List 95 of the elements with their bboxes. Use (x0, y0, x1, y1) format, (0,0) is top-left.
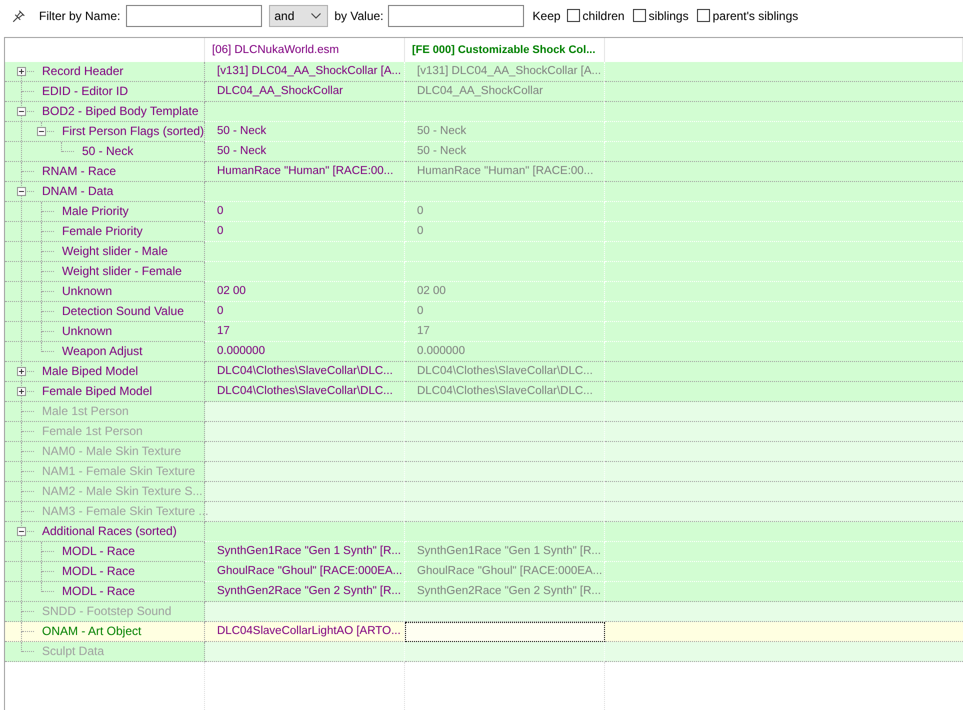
field-name: Female 1st Person (42, 423, 143, 440)
field-name: Unknown (62, 323, 112, 340)
field-name: Record Header (42, 63, 124, 80)
pin-icon[interactable] (12, 8, 26, 22)
record-row[interactable]: Male Biped Model DLC04\Clothes\SlaveCollar\DLC... DLC04\Clothes\SlaveCollar\DLC... (5, 362, 963, 382)
tree-node[interactable]: MODL - Race (5, 582, 205, 602)
record-row[interactable]: Detection Sound Value 0 0 (5, 302, 963, 322)
field-name: Weight slider - Female (62, 263, 182, 280)
tree-node[interactable]: Unknown (5, 322, 205, 342)
record-row[interactable]: First Person Flags (sorted) 50 - Neck 50 - Neck (5, 122, 963, 142)
field-name: Female Biped Model (42, 383, 152, 400)
record-row[interactable]: MODL - Race GhoulRace "Ghoul" [RACE:000EA... GhoulRace "Ghoul" [RACE:000EA... (5, 562, 963, 582)
tree-node[interactable]: BOD2 - Biped Body Template (5, 102, 205, 122)
tree-node[interactable]: MODL - Race (5, 542, 205, 562)
field-name: Unknown (62, 283, 112, 300)
record-row[interactable]: Male Priority 0 0 (5, 202, 963, 222)
record-row[interactable]: Female Biped Model DLC04\Clothes\SlaveCollar\DLC... DLC04\Clothes\SlaveCollar\DLC... (5, 382, 963, 402)
tree-node[interactable]: Additional Races (sorted) (5, 522, 205, 542)
field-name: Weight slider - Male (62, 243, 168, 260)
tree-node[interactable]: ONAM - Art Object (5, 622, 205, 642)
record-row[interactable]: Weight slider - Female (5, 262, 963, 282)
record-row[interactable]: EDID - Editor ID DLC04_AA_ShockCollar DLC04_AA_ShockCollar (5, 82, 963, 102)
field-name: Sculpt Data (42, 643, 104, 660)
plus-box-icon[interactable] (17, 67, 26, 76)
tree-node[interactable]: EDID - Editor ID (5, 82, 205, 102)
checkbox[interactable] (566, 9, 580, 22)
filter-label: Filter by Name: (39, 8, 120, 22)
record-row[interactable]: Female Priority 0 0 (5, 222, 963, 242)
field-name: Additional Races (sorted) (42, 523, 177, 540)
tree-node[interactable]: First Person Flags (sorted) (5, 122, 205, 142)
field-name: EDID - Editor ID (42, 83, 128, 100)
minus-box-icon[interactable] (17, 187, 26, 196)
minus-box-icon[interactable] (17, 527, 26, 536)
field-name: Male 1st Person (42, 403, 129, 420)
record-row[interactable]: 50 - Neck 50 - Neck 50 - Neck (5, 142, 963, 162)
name-filter-field[interactable] (126, 4, 262, 26)
tree-node[interactable]: Detection Sound Value (5, 302, 205, 322)
checkbox-label[interactable]: siblings (648, 8, 689, 22)
record-row[interactable]: Additional Races (sorted) (5, 522, 963, 542)
field-name: Male Biped Model (42, 363, 138, 380)
minus-box-icon[interactable] (17, 107, 26, 116)
tree-node[interactable]: Female Biped Model (5, 382, 205, 402)
record-row[interactable]: MODL - Race SynthGen2Race "Gen 2 Synth" [R... SynthGen2Race "Gen 2 Synth" [R... (5, 582, 963, 602)
operator-dropdown[interactable]: and (269, 4, 328, 26)
tree-node[interactable]: RNAM - Race (5, 162, 205, 182)
record-row[interactable]: ONAM - Art Object DLC04SlaveCollarLightAO [ARTO... (5, 622, 963, 642)
filter-label: by Value: (334, 8, 384, 22)
tree-node[interactable]: Weapon Adjust (5, 342, 205, 362)
record-row[interactable]: Unknown 02 00 02 00 (5, 282, 963, 302)
field-name: NAM2 - Male Skin Texture S... (42, 483, 202, 500)
checkbox-label[interactable]: parent's siblings (712, 8, 798, 22)
chevron-icon (311, 12, 322, 18)
tree-node[interactable]: Record Header (5, 62, 205, 82)
field-name: MODL - Race (62, 543, 135, 560)
tree-node[interactable]: Unknown (5, 282, 205, 302)
field-name: BOD2 - Biped Body Template (42, 103, 199, 120)
record-row[interactable]: Weapon Adjust 0.000000 0.000000 (5, 342, 963, 362)
tree-node[interactable]: DNAM - Data (5, 182, 205, 202)
tree-node[interactable]: Male Priority (5, 202, 205, 222)
record-row[interactable]: MODL - Race SynthGen1Race "Gen 1 Synth" [R... SynthGen1Race "Gen 1 Synth" [R... (5, 542, 963, 562)
tree-node[interactable]: Weight slider - Male (5, 242, 205, 262)
field-name: MODL - Race (62, 583, 135, 600)
field-name: Male Priority (62, 203, 129, 220)
field-name: ONAM - Art Object (42, 623, 142, 640)
minus-box-icon[interactable] (37, 127, 46, 136)
tree-node[interactable]: Weight slider - Female (5, 262, 205, 282)
field-name: RNAM - Race (42, 163, 116, 180)
tree-node[interactable]: 50 - Neck (5, 142, 205, 162)
record-row[interactable]: Unknown 17 17 (5, 322, 963, 342)
field-name: 50 - Neck (82, 143, 134, 160)
field-name: SNDD - Footstep Sound (42, 603, 172, 620)
checkbox-label[interactable]: children (582, 8, 625, 22)
checkbox[interactable] (696, 9, 710, 22)
field-name: First Person Flags (sorted) (62, 123, 204, 140)
plus-box-icon[interactable] (17, 367, 26, 376)
tree-node[interactable]: MODL - Race (5, 562, 205, 582)
focus-cell[interactable] (405, 622, 605, 642)
field-name: Female Priority (62, 223, 143, 240)
record-row[interactable]: DNAM - Data (5, 182, 963, 202)
plus-box-icon[interactable] (17, 387, 26, 396)
value-filter-field[interactable] (388, 4, 524, 26)
field-name: MODL - Race (62, 563, 135, 580)
checkbox[interactable] (632, 9, 646, 22)
record-row[interactable]: Weight slider - Male (5, 242, 963, 262)
field-name: NAM1 - Female Skin Texture (42, 463, 196, 480)
keep-label: Keep (532, 8, 561, 22)
record-row[interactable]: RNAM - Race HumanRace "Human" [RACE:00... HumanRace "Human" [RACE:00... (5, 162, 963, 182)
tree-node[interactable]: Female Priority (5, 222, 205, 242)
tree-node[interactable]: Male Biped Model (5, 362, 205, 382)
record-row[interactable]: Record Header [v131] DLC04_AA_ShockCollar [A... [v131] DLC04_AA_ShockCollar [A... (5, 62, 963, 82)
record-row[interactable]: BOD2 - Biped Body Template (5, 102, 963, 122)
field-name: Weapon Adjust (62, 343, 143, 360)
field-name: Detection Sound Value (62, 303, 184, 320)
field-name: DNAM - Data (42, 183, 114, 200)
field-name: NAM0 - Male Skin Texture (42, 443, 182, 460)
